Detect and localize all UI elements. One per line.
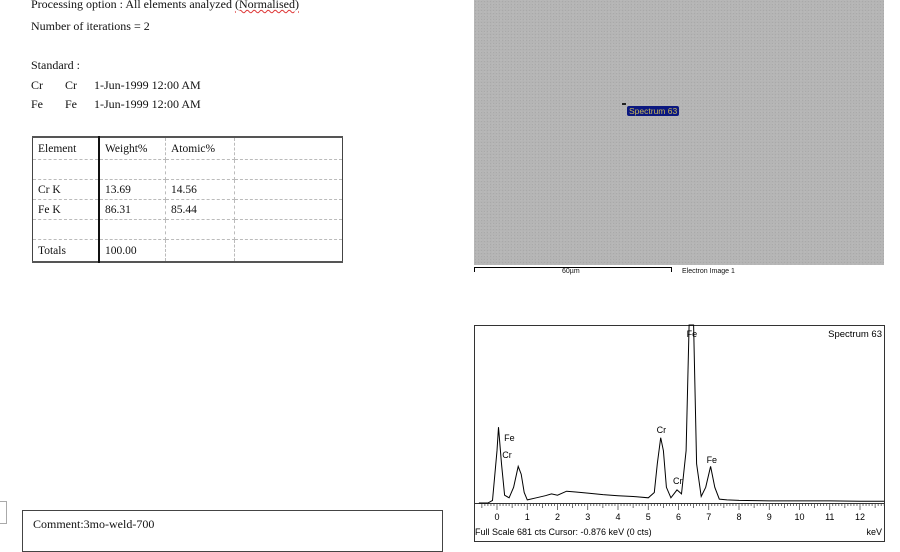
- spectrum-frame: [474, 325, 885, 542]
- x-tick-label: 7: [706, 512, 711, 522]
- x-axis-label: keV: [866, 527, 882, 537]
- table-row: Cr K 13.69 14.56: [32, 179, 343, 200]
- standard-name: Cr: [65, 78, 77, 92]
- standard-date: 1-Jun-1999 12:00 AM: [94, 97, 201, 111]
- cell-weight: 86.31: [98, 199, 166, 220]
- header-atomic: Atomic%: [165, 136, 235, 160]
- x-tick-label: 0: [494, 512, 499, 522]
- table-header-row: Element Weight% Atomic%: [32, 136, 343, 160]
- peak-label: Cr: [657, 425, 667, 435]
- page-edge-marker: [0, 501, 7, 524]
- table-row: [32, 219, 343, 240]
- peak-label: Fe: [707, 455, 718, 465]
- standard-date: 1-Jun-1999 12:00 AM: [94, 78, 201, 92]
- peak-label: Fe: [504, 433, 515, 443]
- cell-element: Fe K: [32, 199, 100, 220]
- x-tick-label: 12: [855, 512, 865, 522]
- totals-label: Totals: [32, 239, 100, 263]
- x-tick-label: 3: [585, 512, 590, 522]
- electron-image[interactable]: [474, 0, 884, 265]
- x-tick-label: 2: [555, 512, 560, 522]
- peak-label: Cr: [502, 450, 512, 460]
- standard-label: Standard :: [31, 58, 80, 72]
- cell-atomic: 85.44: [165, 199, 235, 220]
- x-tick-label: 1: [525, 512, 530, 522]
- peak-label: Cr: [673, 476, 683, 486]
- standard-element: Fe: [31, 97, 43, 111]
- comment-text: Comment:3mo-weld-700: [33, 517, 155, 531]
- cell-weight: 13.69: [98, 179, 166, 200]
- spectrum-spot-label[interactable]: Spectrum 63: [627, 106, 680, 116]
- x-tick-label: 11: [825, 512, 834, 522]
- cell-atomic: 14.56: [165, 179, 235, 200]
- x-tick-label: 6: [676, 512, 681, 522]
- scale-label: 60µm: [562, 268, 580, 275]
- spectrum-spot-marker[interactable]: [622, 103, 626, 108]
- x-tick-label: 4: [615, 512, 620, 522]
- processing-option: Processing option : All elements analyze…: [31, 0, 299, 11]
- spectrum-chart[interactable]: 0 1 2 3 4 5 6 7 8 9 10 11 12 Spectrum 63 FeFeCrCrCrF…: [474, 320, 890, 543]
- spectrum-title: Spectrum 63: [828, 329, 882, 340]
- standard-name: Fe: [65, 97, 77, 111]
- x-tick-label: 9: [767, 512, 772, 522]
- cell-element: Cr K: [32, 179, 100, 200]
- x-tick-label: 8: [736, 512, 741, 522]
- table-row: [32, 159, 343, 180]
- x-tick-label: 10: [794, 512, 804, 522]
- comment-box: Comment:3mo-weld-700: [22, 510, 443, 552]
- totals-weight: 100.00: [98, 239, 166, 263]
- x-tick-label: 5: [646, 512, 651, 522]
- header-weight: Weight%: [98, 136, 166, 160]
- table-row: Fe K 86.31 85.44: [32, 199, 343, 220]
- iterations-text: Number of iterations = 2: [31, 19, 150, 33]
- header-blank: [234, 136, 343, 160]
- header-element: Element: [32, 136, 100, 160]
- standard-element: Cr: [31, 78, 43, 92]
- spectrum-footer: Full Scale 681 cts Cursor: -0.876 keV (0…: [475, 527, 652, 537]
- image-caption: Electron Image 1: [682, 268, 735, 275]
- results-table: Element Weight% Atomic% Cr K 13.69 14.56…: [32, 136, 343, 263]
- totals-row: Totals 100.00: [32, 239, 343, 263]
- peak-label: Fe: [687, 329, 698, 339]
